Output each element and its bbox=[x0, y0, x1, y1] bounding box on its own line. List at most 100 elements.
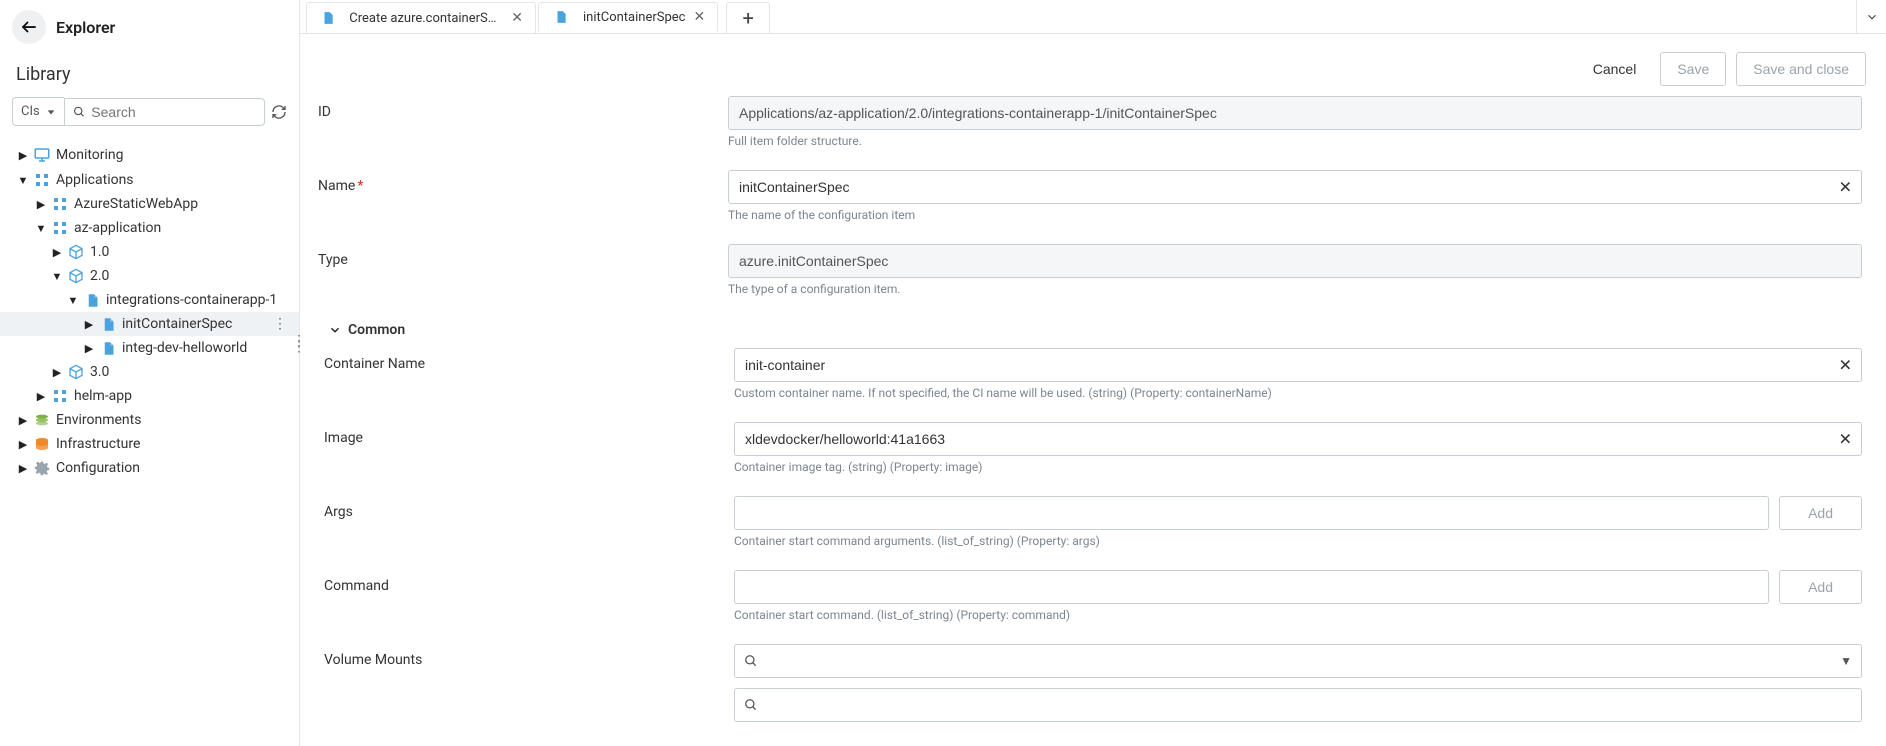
refresh-icon bbox=[271, 104, 287, 120]
tab-initcontainerspec[interactable]: initContainerSpec ✕ bbox=[538, 2, 718, 33]
tab-label: initContainerSpec bbox=[583, 10, 686, 25]
tree-label: Infrastructure bbox=[56, 436, 293, 452]
tree-label: 3.0 bbox=[90, 364, 293, 380]
tree-label: 2.0 bbox=[90, 268, 293, 284]
caret-right-icon: ▶ bbox=[48, 366, 66, 379]
tree-item-infrastructure[interactable]: ▶ Infrastructure bbox=[0, 432, 299, 456]
args-field[interactable] bbox=[734, 496, 1769, 530]
tree-item-initcontainerspec[interactable]: ▶ initContainerSpec ⋮ bbox=[0, 312, 299, 336]
back-button[interactable] bbox=[12, 10, 46, 44]
tab-add-button[interactable]: + bbox=[726, 2, 770, 33]
apps-icon bbox=[50, 220, 70, 236]
tabs-row: Create azure.containerSpec * ✕ initConta… bbox=[300, 0, 1886, 34]
tree-label: 1.0 bbox=[90, 244, 293, 260]
tabs-more-button[interactable] bbox=[1856, 0, 1886, 33]
package-icon bbox=[66, 268, 86, 284]
row-command: Command Add Container start command. (li… bbox=[318, 570, 1862, 622]
tab-create-containerspec[interactable]: Create azure.containerSpec * ✕ bbox=[306, 2, 536, 33]
tree-label: az-application bbox=[74, 220, 293, 236]
tree-item-helm-app[interactable]: ▶ helm-app bbox=[0, 384, 299, 408]
refresh-button[interactable] bbox=[271, 104, 287, 120]
label-name: Name* bbox=[318, 170, 728, 194]
tree-item-applications[interactable]: ▼ Applications bbox=[0, 168, 299, 192]
row-id: ID Full item folder structure. bbox=[318, 96, 1862, 148]
tree-label: integ-dev-helloworld bbox=[122, 340, 293, 356]
search-icon bbox=[744, 698, 758, 712]
caret-down-icon: ▼ bbox=[48, 270, 66, 283]
helper-id: Full item folder structure. bbox=[728, 134, 1862, 148]
section-common-toggle[interactable]: Common bbox=[318, 318, 728, 338]
sidebar-header: Explorer bbox=[0, 0, 299, 54]
sidebar: Explorer Library CIs ▶ Monitoring ▼ bbox=[0, 0, 300, 746]
clear-icon[interactable]: ✕ bbox=[1839, 178, 1852, 197]
helper-name: The name of the configuration item bbox=[728, 208, 1862, 222]
type-field bbox=[728, 244, 1862, 278]
close-icon[interactable]: ✕ bbox=[694, 9, 706, 25]
id-field bbox=[728, 96, 1862, 130]
args-add-button[interactable]: Add bbox=[1779, 496, 1862, 530]
tree-label: Configuration bbox=[56, 460, 293, 476]
caret-down-icon: ▼ bbox=[32, 222, 50, 235]
resize-handle[interactable]: ⋮⋮ bbox=[292, 338, 307, 350]
gear-icon bbox=[32, 460, 52, 476]
tree-label: Applications bbox=[56, 172, 293, 188]
caret-right-icon: ▶ bbox=[14, 149, 32, 162]
caret-right-icon: ▶ bbox=[14, 438, 32, 451]
label-id: ID bbox=[318, 96, 728, 120]
volume-mounts-search1[interactable] bbox=[734, 644, 1862, 678]
search-icon bbox=[744, 654, 758, 668]
name-field[interactable] bbox=[728, 170, 1862, 204]
helper-type: The type of a configuration item. bbox=[728, 282, 1862, 296]
label-container-name: Container Name bbox=[324, 348, 734, 372]
command-field[interactable] bbox=[734, 570, 1769, 604]
save-and-close-button[interactable]: Save and close bbox=[1736, 52, 1866, 86]
cancel-button[interactable]: Cancel bbox=[1579, 53, 1651, 85]
clear-icon[interactable]: ✕ bbox=[1839, 430, 1852, 449]
tree-item-v30[interactable]: ▶ 3.0 bbox=[0, 360, 299, 384]
tree-item-integ-dev-helloworld[interactable]: ▶ integ-dev-helloworld bbox=[0, 336, 299, 360]
helper-args: Container start command arguments. (list… bbox=[734, 534, 1862, 548]
tree-item-az-application[interactable]: ▼ az-application bbox=[0, 216, 299, 240]
tree-item-azurestaticwebapp[interactable]: ▶ AzureStaticWebApp bbox=[0, 192, 299, 216]
tree-item-integrations-containerapp[interactable]: ▼ integrations-containerapp-1 bbox=[0, 288, 299, 312]
command-add-button[interactable]: Add bbox=[1779, 570, 1862, 604]
image-field[interactable] bbox=[734, 422, 1862, 456]
apps-icon bbox=[50, 196, 70, 212]
tree-item-configuration[interactable]: ▶ Configuration bbox=[0, 456, 299, 480]
tree-item-v10[interactable]: ▶ 1.0 bbox=[0, 240, 299, 264]
search-box[interactable] bbox=[64, 98, 265, 126]
label-args: Args bbox=[324, 496, 734, 520]
caret-down-icon: ▼ bbox=[64, 294, 82, 307]
volume-mounts-search2[interactable] bbox=[734, 688, 1862, 722]
item-menu-button[interactable]: ⋮ bbox=[267, 316, 293, 332]
row-name: Name* ✕ The name of the configuration it… bbox=[318, 170, 1862, 222]
helper-command: Container start command. (list_of_string… bbox=[734, 608, 1862, 622]
helper-container-name: Custom container name. If not specified,… bbox=[734, 386, 1862, 400]
close-icon[interactable]: ✕ bbox=[511, 10, 523, 26]
tree-item-v20[interactable]: ▼ 2.0 bbox=[0, 264, 299, 288]
chevron-down-icon bbox=[328, 323, 342, 337]
cls-label: CIs bbox=[21, 104, 40, 119]
tree-label: Monitoring bbox=[56, 147, 293, 163]
row-container-name: Container Name ✕ Custom container name. … bbox=[318, 348, 1862, 400]
label-volume-mounts: Volume Mounts bbox=[324, 644, 734, 668]
row-args: Args Add Container start command argumen… bbox=[318, 496, 1862, 548]
caret-right-icon: ▶ bbox=[80, 342, 98, 355]
caret-right-icon: ▶ bbox=[32, 390, 50, 403]
search-input[interactable] bbox=[91, 104, 256, 120]
cls-select[interactable]: CIs bbox=[12, 97, 64, 126]
caret-right-icon: ▶ bbox=[14, 414, 32, 427]
tree-item-environments[interactable]: ▶ Environments bbox=[0, 408, 299, 432]
tree-item-monitoring[interactable]: ▶ Monitoring bbox=[0, 142, 299, 168]
monitor-icon bbox=[32, 146, 52, 164]
save-button[interactable]: Save bbox=[1660, 52, 1726, 86]
caret-right-icon: ▶ bbox=[48, 246, 66, 259]
arrow-left-icon bbox=[20, 18, 38, 36]
caret-down-icon[interactable]: ▼ bbox=[1840, 654, 1852, 668]
row-volume-mounts: Volume Mounts ▼ bbox=[318, 644, 1862, 722]
container-name-field[interactable] bbox=[734, 348, 1862, 382]
file-icon bbox=[98, 317, 118, 332]
tree-label: AzureStaticWebApp bbox=[74, 196, 293, 212]
clear-icon[interactable]: ✕ bbox=[1839, 356, 1852, 375]
apps-icon bbox=[50, 388, 70, 404]
